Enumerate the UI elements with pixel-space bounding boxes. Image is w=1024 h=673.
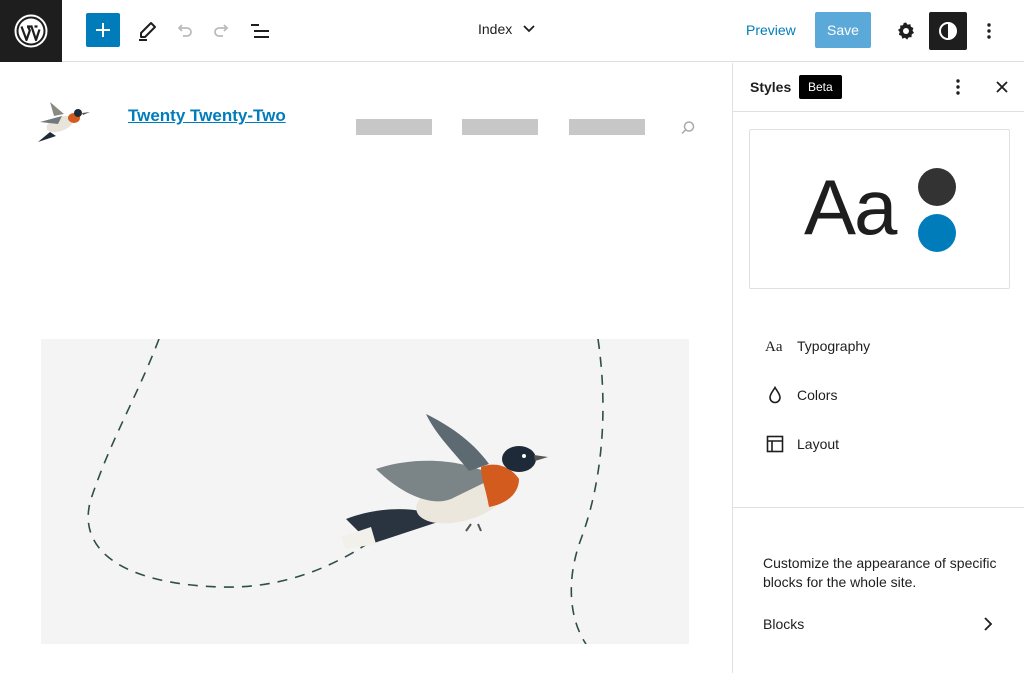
tools-button[interactable] [129, 13, 165, 49]
redo-button[interactable] [204, 13, 240, 49]
contrast-icon [939, 22, 957, 40]
site-title[interactable]: Twenty Twenty-Two [128, 106, 286, 126]
pencil-icon [139, 22, 156, 41]
editor-canvas[interactable]: Twenty Twenty-Two [0, 63, 732, 673]
blocks-description: Customize the appearance of specific blo… [763, 555, 997, 590]
list-view-button[interactable] [242, 13, 278, 49]
styles-toggle-button[interactable] [929, 12, 967, 50]
styles-preview-card: Aa [749, 129, 1010, 289]
nav-placeholder [462, 119, 538, 135]
droplet-icon [765, 385, 785, 405]
more-vertical-icon [987, 23, 991, 39]
sidebar-title: Styles [750, 79, 792, 95]
blocks-label: Blocks [763, 616, 805, 632]
list-view-icon [251, 24, 269, 38]
typography-icon: Aa [765, 336, 785, 356]
save-button[interactable]: Save [815, 12, 871, 48]
layout-icon [765, 434, 785, 454]
more-vertical-icon [956, 79, 960, 95]
document-title-dropdown[interactable]: Index [478, 21, 536, 37]
site-logo[interactable] [30, 98, 92, 148]
styles-nav-label: Colors [797, 387, 838, 403]
styles-nav-label: Typography [797, 338, 871, 354]
nav-search-icon[interactable] [680, 120, 696, 141]
blocks-nav-item[interactable]: Blocks [763, 616, 993, 632]
styles-nav-layout[interactable]: Layout [765, 432, 839, 456]
close-icon [996, 81, 1008, 93]
sidebar-divider [733, 507, 1024, 508]
chevron-down-icon [523, 25, 535, 33]
nav-placeholder [569, 119, 645, 135]
nav-placeholder [356, 119, 432, 135]
styles-sidebar: Styles Beta Aa Aa Typography Colors Layo… [732, 63, 1024, 673]
styles-nav-colors[interactable]: Colors [765, 383, 837, 407]
preview-color-swatch [918, 214, 956, 252]
styles-nav-typography[interactable]: Aa Typography [765, 334, 870, 358]
editor-toolbar: Index Preview Save [0, 0, 1024, 62]
sidebar-more-button[interactable] [955, 77, 961, 102]
styles-nav-label: Layout [797, 436, 840, 452]
redo-icon [214, 24, 229, 37]
preview-button[interactable]: Preview [746, 22, 796, 38]
undo-icon [177, 24, 192, 37]
preview-color-swatch [918, 168, 956, 206]
options-button[interactable] [971, 13, 1007, 49]
undo-button[interactable] [166, 13, 202, 49]
preview-typography-sample: Aa [804, 163, 897, 251]
hero-cover-block[interactable] [41, 339, 689, 644]
add-block-button[interactable] [86, 13, 120, 47]
svg-text:Aa: Aa [765, 339, 783, 353]
gear-icon [898, 22, 914, 40]
document-title: Index [478, 21, 513, 37]
plus-icon [96, 23, 110, 37]
beta-badge: Beta [799, 75, 842, 99]
sidebar-header: Styles Beta [733, 63, 1024, 112]
hero-illustration [87, 339, 604, 644]
close-sidebar-button[interactable] [993, 78, 1011, 101]
wordpress-logo-icon[interactable] [0, 0, 62, 62]
chevron-right-icon [984, 617, 993, 631]
bird-logo-icon [38, 102, 90, 142]
settings-button[interactable] [888, 13, 924, 49]
